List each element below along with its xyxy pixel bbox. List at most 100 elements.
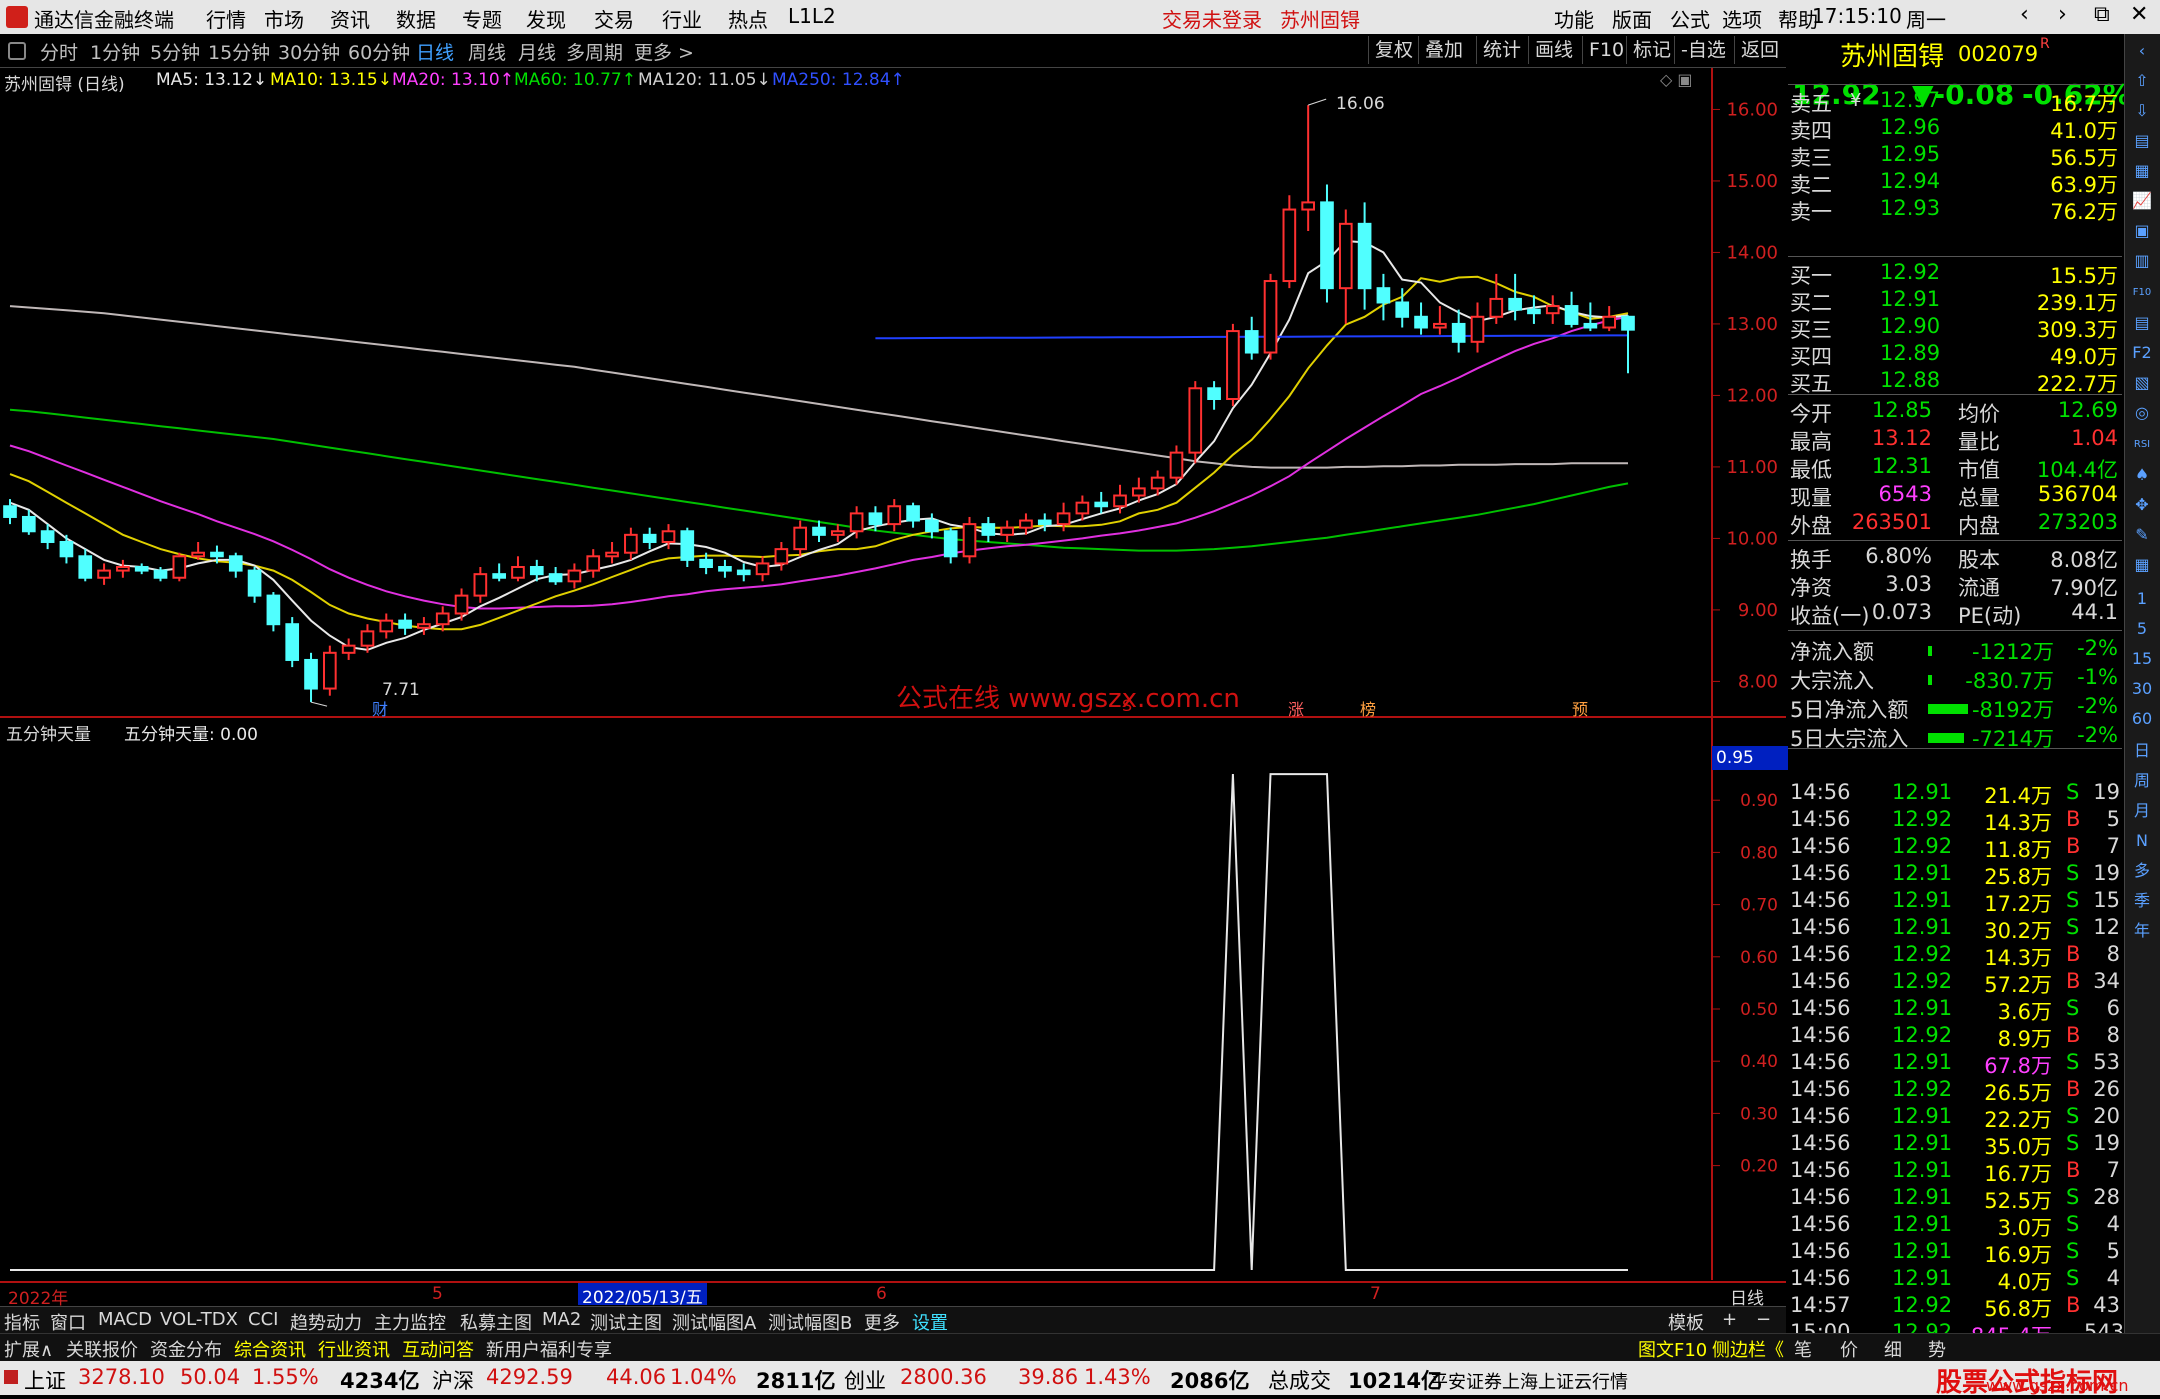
candle[interactable]	[1545, 305, 1560, 315]
menu-item[interactable]: 行业	[662, 4, 702, 33]
candle[interactable]	[473, 573, 488, 597]
index-name[interactable]: 上证	[24, 1365, 66, 1395]
candle[interactable]	[1357, 222, 1372, 290]
period-tab[interactable]: 多周期	[566, 38, 623, 65]
candle[interactable]	[567, 569, 582, 583]
side-tool-icon[interactable]: 季	[2131, 890, 2153, 912]
extension-tab[interactable]: 扩展∧	[4, 1336, 53, 1362]
side-tool-icon[interactable]: 多	[2131, 860, 2153, 882]
chart-tool-button[interactable]: 复权	[1368, 36, 1419, 64]
side-tool-icon[interactable]: 5	[2131, 618, 2153, 640]
chart-area[interactable]: 16.00 15.00 14.00 13.00 12.00 11.00 10.00 9.00 8…	[0, 68, 1786, 1306]
side-tool-icon[interactable]: 1	[2131, 588, 2153, 610]
right-menu-item[interactable]: 版面	[1612, 4, 1652, 33]
candle[interactable]	[511, 566, 525, 579]
side-tool-icon[interactable]: ▧	[2131, 372, 2153, 394]
side-tool-icon[interactable]: ◎	[2131, 402, 2153, 424]
chart-tool-button[interactable]: -自选	[1674, 36, 1732, 64]
chart-tool-button[interactable]: F10	[1582, 36, 1630, 64]
candle[interactable]	[1489, 297, 1504, 318]
candle[interactable]	[1583, 322, 1598, 329]
candle[interactable]	[492, 573, 506, 579]
candle[interactable]	[718, 566, 732, 572]
candle[interactable]	[943, 530, 958, 558]
menu-item[interactable]: 市场	[264, 4, 304, 33]
chart-tool-button[interactable]: 返回	[1734, 36, 1785, 64]
side-tool-icon[interactable]: ‹	[2131, 40, 2153, 62]
candle[interactable]	[755, 562, 770, 576]
event-marker-bang[interactable]: 榜	[1360, 696, 1376, 720]
candle[interactable]	[1037, 519, 1052, 526]
candle[interactable]	[642, 533, 657, 543]
side-tool-icon[interactable]: ✥	[2131, 494, 2153, 516]
candle[interactable]	[812, 526, 826, 536]
side-tool-icon[interactable]: 30	[2131, 678, 2153, 700]
period-tab[interactable]: 月线	[518, 38, 556, 65]
chart-tool-button[interactable]: 统计	[1476, 36, 1527, 64]
side-tool-icon[interactable]: ▥	[2131, 250, 2153, 272]
chart-tool-button[interactable]: 标记	[1626, 36, 1677, 64]
period-tab[interactable]: 5分钟	[150, 38, 200, 65]
menu-item[interactable]: 资讯	[330, 4, 370, 33]
candle[interactable]	[981, 523, 996, 536]
candle[interactable]	[398, 619, 412, 629]
candle[interactable]	[1019, 519, 1033, 529]
candle[interactable]	[548, 573, 563, 583]
back-icon[interactable]: ‹	[2020, 2, 2029, 27]
candle[interactable]	[247, 569, 262, 597]
candle[interactable]	[1075, 501, 1090, 515]
indicator-tab[interactable]: VOL-TDX	[160, 1309, 238, 1330]
candle[interactable]	[435, 612, 450, 626]
side-tool-icon[interactable]: 月	[2131, 800, 2153, 822]
indicator-tab[interactable]: 窗口	[50, 1309, 86, 1335]
side-tool-icon[interactable]: 60	[2131, 708, 2153, 730]
candle[interactable]	[661, 530, 676, 543]
right-menu-item[interactable]: 公式	[1670, 4, 1710, 33]
panel-tab[interactable]: 势	[1928, 1336, 1946, 1362]
period-tab[interactable]: 30分钟	[278, 38, 340, 65]
indicator-tab[interactable]: 主力监控	[374, 1309, 446, 1335]
restore-icon[interactable]: ⧉	[2094, 2, 2110, 27]
extension-tab[interactable]: 资金分布	[150, 1336, 222, 1362]
candle[interactable]	[925, 519, 939, 533]
candle[interactable]	[1338, 222, 1353, 290]
indicator-tab[interactable]: 更多	[864, 1309, 900, 1335]
candle[interactable]	[1150, 476, 1165, 490]
candle[interactable]	[285, 623, 300, 661]
chart-tool-button[interactable]: 叠加	[1418, 36, 1469, 64]
candle[interactable]	[868, 512, 883, 526]
trade-status[interactable]: 交易未登录	[1162, 4, 1262, 33]
candle[interactable]	[736, 569, 751, 576]
candle[interactable]	[605, 551, 619, 558]
side-tool-icon[interactable]: ▦	[2131, 160, 2153, 182]
close-icon[interactable]: ✕	[2130, 2, 2148, 27]
panel-tab[interactable]: 侧边栏《	[1712, 1336, 1784, 1362]
candle[interactable]	[1527, 308, 1541, 315]
candle[interactable]	[1263, 280, 1278, 354]
period-tab[interactable]: 15分钟	[208, 38, 270, 65]
event-marker-s[interactable]: S	[1122, 696, 1132, 715]
period-tab[interactable]: 1分钟	[90, 38, 140, 65]
period-tab[interactable]: 60分钟	[348, 38, 410, 65]
event-marker-zhang[interactable]: 涨	[1288, 696, 1304, 720]
right-menu-item[interactable]: 选项	[1722, 4, 1762, 33]
candle[interactable]	[1132, 487, 1146, 497]
side-tool-icon[interactable]: N	[2131, 830, 2153, 852]
candle[interactable]	[906, 505, 920, 522]
candle[interactable]	[1320, 201, 1334, 290]
menu-item[interactable]: 发现	[526, 4, 566, 33]
candle[interactable]	[134, 566, 149, 572]
candle[interactable]	[887, 505, 902, 526]
extension-tab[interactable]: 新用户福利专享	[486, 1336, 612, 1362]
side-tool-icon[interactable]: 15	[2131, 648, 2153, 670]
candle[interactable]	[417, 623, 431, 629]
side-tool-icon[interactable]: ▤	[2131, 130, 2153, 152]
candle[interactable]	[1602, 315, 1617, 329]
candle[interactable]	[40, 530, 55, 543]
side-tool-icon[interactable]: 日	[2131, 740, 2153, 762]
index-name[interactable]: 沪深	[432, 1365, 474, 1395]
candle[interactable]	[1470, 315, 1485, 343]
candle[interactable]	[1395, 301, 1410, 318]
candle[interactable]	[153, 569, 168, 579]
candle[interactable]	[1244, 330, 1259, 354]
